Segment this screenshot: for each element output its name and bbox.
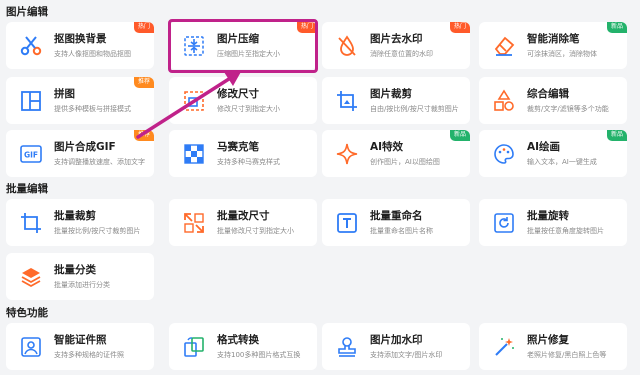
tool-desc: 自由/按比例/按尺寸裁剪图片 — [370, 105, 459, 113]
tool-card-comprehensive[interactable]: 综合编辑 裁剪/文字/滤镜等多个功能 — [479, 77, 627, 124]
id-photo-icon — [18, 334, 44, 360]
tool-desc: 批量按任意角度旋转图片 — [527, 227, 604, 235]
expand-icon — [181, 210, 207, 236]
hot-badge: 热门 — [449, 22, 470, 33]
tool-card-ai-paint[interactable]: AI绘画 输入文本，AI一键生成 新品 — [479, 130, 627, 177]
tool-card-id-photo[interactable]: 智能证件照 支持多种规格的证件照 — [6, 323, 154, 370]
tool-desc: 支持100多种图片格式互换 — [217, 351, 301, 359]
tool-card-restore[interactable]: 照片修复 老照片修复/黑白照上色等 — [479, 323, 627, 370]
tool-desc: 修改尺寸到指定大小 — [217, 105, 280, 113]
tool-desc: 老照片修复/黑白照上色等 — [527, 351, 607, 359]
tool-title: 图片去水印 — [370, 33, 423, 45]
wand-icon — [491, 334, 517, 360]
tool-desc: 消除任意位置的水印 — [370, 50, 433, 58]
tool-desc: 批量修改尺寸到指定大小 — [217, 227, 294, 235]
tool-title: 批量旋转 — [527, 210, 569, 222]
tool-title: 批量重命名 — [370, 210, 423, 222]
text-t-icon — [334, 210, 360, 236]
tool-card-batch-resize[interactable]: 批量改尺寸 批量修改尺寸到指定大小 — [169, 199, 317, 246]
resize-icon — [181, 88, 207, 114]
tool-desc: 创作图片，AI以图绘图 — [370, 158, 440, 166]
tool-desc: 输入文本，AI一键生成 — [527, 158, 597, 166]
tool-card-watermark-remove[interactable]: 图片去水印 消除任意位置的水印 热门 — [322, 22, 470, 69]
scissors-icon — [18, 33, 44, 59]
tool-card-crop[interactable]: 图片裁剪 自由/按比例/按尺寸裁剪图片 — [322, 77, 470, 124]
hot-badge: 热门 — [133, 22, 154, 33]
recommend-badge: 推荐 — [133, 77, 154, 88]
eraser-icon — [491, 33, 517, 59]
palette-icon — [491, 141, 517, 167]
new-badge: 新品 — [606, 130, 627, 141]
tool-card-batch-crop[interactable]: 批量裁剪 批量按比例/按尺寸裁剪图片 — [6, 199, 154, 246]
tool-card-cutout-bg[interactable]: 抠图换背景 支持人像抠图和物品抠图 热门 — [6, 22, 154, 69]
crop-icon — [334, 88, 360, 114]
recommend-badge: 推荐 — [133, 130, 154, 141]
stamp-icon — [334, 334, 360, 360]
tool-desc: 批量重命名图片名称 — [370, 227, 433, 235]
tool-title: 图片裁剪 — [370, 88, 412, 100]
tool-title: AI特效 — [370, 141, 404, 153]
tool-card-add-watermark[interactable]: 图片加水印 支持添加文字/图片水印 — [322, 323, 470, 370]
section-title-special: 特色功能 — [6, 307, 48, 319]
tool-desc: 压缩图片至指定大小 — [217, 50, 280, 58]
tool-card-batch-classify[interactable]: 批量分类 批量添加进行分类 — [6, 253, 154, 300]
drop-slash-icon — [334, 33, 360, 59]
tool-card-batch-rotate[interactable]: 批量旋转 批量按任意角度旋转图片 — [479, 199, 627, 246]
tool-desc: 支持多种马赛克样式 — [217, 158, 280, 166]
tool-desc: 提供多种模板与拼接模式 — [54, 105, 131, 113]
section-title-batch-edit: 批量编辑 — [6, 183, 48, 195]
tool-title: AI绘画 — [527, 141, 561, 153]
tool-desc: 可涂抹消区，消除物体 — [527, 50, 597, 58]
rotate-icon — [491, 210, 517, 236]
compress-icon — [181, 33, 207, 59]
tool-title: 图片合成GIF — [54, 141, 116, 153]
tool-card-ai-effects[interactable]: AI特效 创作图片，AI以图绘图 新品 — [322, 130, 470, 177]
hot-badge: 热门 — [296, 22, 317, 33]
tool-card-collage[interactable]: 拼图 提供多种模板与拼接模式 推荐 — [6, 77, 154, 124]
tool-title: 格式转换 — [217, 334, 259, 346]
tool-title: 智能消除笔 — [527, 33, 580, 45]
tool-card-compress[interactable]: 图片压缩 压缩图片至指定大小 热门 — [169, 22, 317, 69]
tool-title: 抠图换背景 — [54, 33, 107, 45]
tool-title: 图片加水印 — [370, 334, 423, 346]
tool-desc: 批量按比例/按尺寸裁剪图片 — [54, 227, 141, 235]
layers-icon — [18, 264, 44, 290]
tool-card-gif[interactable]: GIF 图片合成GIF 支持调整播放速度、添加文字 推荐 — [6, 130, 154, 177]
gif-icon: GIF — [18, 141, 44, 167]
tool-title: 照片修复 — [527, 334, 569, 346]
tool-card-format[interactable]: 格式转换 支持100多种图片格式互换 — [169, 323, 317, 370]
tool-desc: 批量添加进行分类 — [54, 281, 110, 289]
svg-text:GIF: GIF — [24, 151, 38, 160]
tool-title: 综合编辑 — [527, 88, 569, 100]
section-title-image-edit: 图片编辑 — [6, 6, 48, 18]
tool-title: 批量改尺寸 — [217, 210, 270, 222]
tool-card-resize[interactable]: 修改尺寸 修改尺寸到指定大小 — [169, 77, 317, 124]
sparkle-icon — [334, 141, 360, 167]
tool-card-mosaic[interactable]: 马赛克笔 支持多种马赛克样式 — [169, 130, 317, 177]
tool-title: 智能证件照 — [54, 334, 107, 346]
tool-title: 马赛克笔 — [217, 141, 259, 153]
tool-card-smart-eraser[interactable]: 智能消除笔 可涂抹消区，消除物体 新品 — [479, 22, 627, 69]
grid-icon — [18, 88, 44, 114]
shapes-icon — [491, 88, 517, 114]
convert-icon — [181, 334, 207, 360]
tool-desc: 支持调整播放速度、添加文字 — [54, 158, 145, 166]
tool-title: 批量分类 — [54, 264, 96, 276]
tool-desc: 支持多种规格的证件照 — [54, 351, 124, 359]
tool-title: 拼图 — [54, 88, 75, 100]
new-badge: 新品 — [449, 130, 470, 141]
mosaic-icon — [181, 141, 207, 167]
tool-title: 修改尺寸 — [217, 88, 259, 100]
new-badge: 新品 — [606, 22, 627, 33]
tool-desc: 裁剪/文字/滤镜等多个功能 — [527, 105, 609, 113]
tool-title: 批量裁剪 — [54, 210, 96, 222]
tool-card-batch-rename[interactable]: 批量重命名 批量重命名图片名称 — [322, 199, 470, 246]
tool-title: 图片压缩 — [217, 33, 259, 45]
crop-icon — [18, 210, 44, 236]
tool-desc: 支持人像抠图和物品抠图 — [54, 50, 131, 58]
tool-desc: 支持添加文字/图片水印 — [370, 351, 443, 359]
